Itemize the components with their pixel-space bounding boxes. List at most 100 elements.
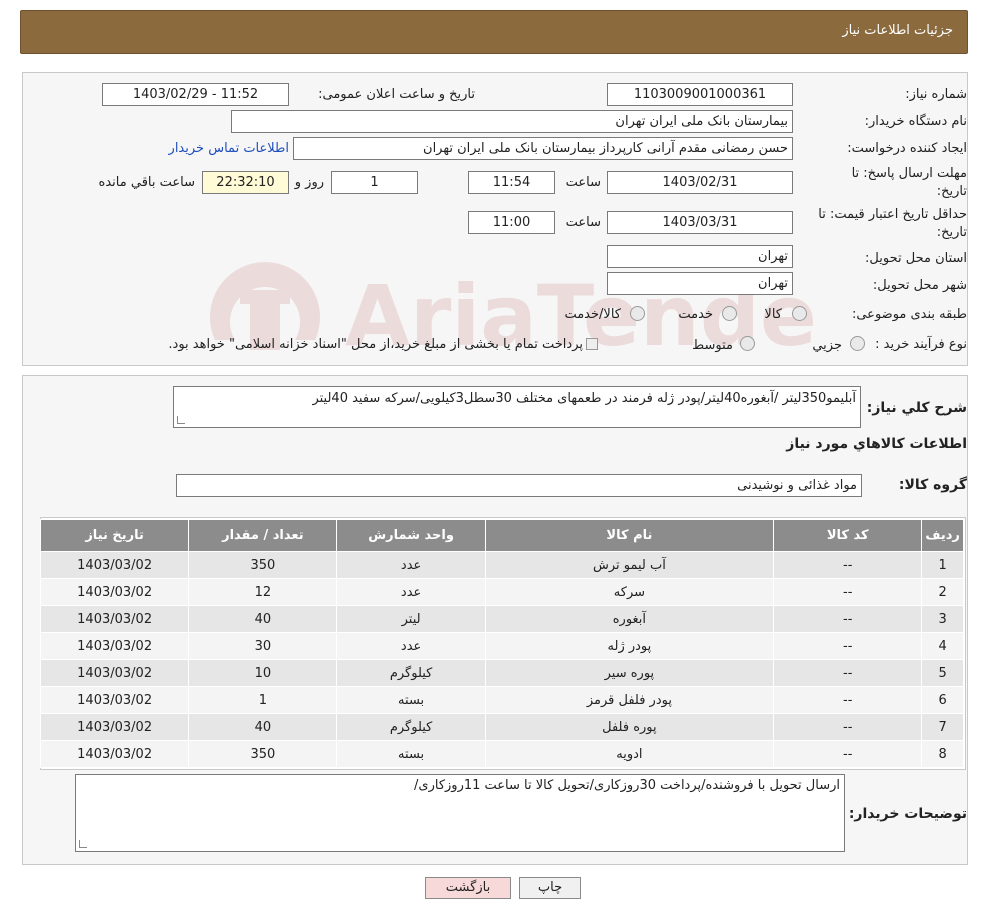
process-radio-minor[interactable] <box>850 336 865 351</box>
category-option-goods: کالا <box>764 307 782 322</box>
cell-date: 1403/03/02 <box>39 632 190 660</box>
description-label: شرح کلي نیاز: <box>866 400 967 416</box>
goods-table: ردیف کد کالا نام کالا واحد شمارش تعداد /… <box>39 519 964 768</box>
cell-date: 1403/03/02 <box>39 686 190 714</box>
validity-time-label: ساعت <box>565 215 601 230</box>
cell-date: 1403/03/02 <box>39 740 190 768</box>
category-radio-goods[interactable] <box>792 306 807 321</box>
cell-code: -- <box>773 578 923 606</box>
validity-label: حداقل تاریخ اعتبار قیمت: تا <box>818 207 967 222</box>
cell-date: 1403/03/02 <box>39 713 190 741</box>
buyer-notes-text: ارسال تحویل با فروشنده/پرداخت 30روزکاری/… <box>414 778 840 793</box>
col-row: ردیف <box>921 519 964 552</box>
process-option-minor: جزیي <box>812 338 842 353</box>
description-text: آبلیمو350لیتر /آبغوره40لیتر/پودر ژله فرم… <box>312 391 856 406</box>
province-field: تهران <box>607 245 793 268</box>
category-option-service: خدمت <box>678 307 713 322</box>
process-note: پرداخت تمام یا بخشی از مبلغ خرید،از محل … <box>168 337 583 352</box>
category-radio-goods-service[interactable] <box>630 306 645 321</box>
cell-unit: کیلوگرم <box>336 713 486 741</box>
buyer-contact-link[interactable]: اطلاعات تماس خریدار <box>169 141 289 156</box>
cell-quantity: 12 <box>188 578 338 606</box>
cell-name: پوره سیر <box>484 659 775 687</box>
cell-date: 1403/03/02 <box>39 605 190 633</box>
validity-time-field: 11:00 <box>468 211 555 234</box>
page-title: جزئیات اطلاعات نیاز <box>842 23 953 38</box>
cell-quantity: 30 <box>188 632 338 660</box>
validity-date-field: 1403/03/31 <box>607 211 793 234</box>
cell-row: 5 <box>921 659 964 687</box>
cell-date: 1403/03/02 <box>39 659 190 687</box>
col-unit: واحد شمارش <box>336 519 486 552</box>
cell-quantity: 1 <box>188 686 338 714</box>
process-label: نوع فرآیند خرید : <box>875 337 967 352</box>
table-row: 2 -- سرکه عدد 12 1403/03/02 <box>39 578 964 606</box>
cell-unit: بسته <box>336 740 486 768</box>
days-field: 1 <box>331 171 418 194</box>
back-button[interactable]: بازگشت <box>425 877 511 899</box>
cell-quantity: 40 <box>188 713 338 741</box>
deadline-date-field: 1403/02/31 <box>607 171 793 194</box>
cell-unit: کیلوگرم <box>336 659 486 687</box>
table-row: 4 -- پودر ژله عدد 30 1403/03/02 <box>39 632 964 660</box>
page-header: جزئیات اطلاعات نیاز <box>20 10 968 54</box>
cell-row: 1 <box>921 551 964 579</box>
table-row: 6 -- پودر فلفل قرمز بسته 1 1403/03/02 <box>39 686 964 714</box>
resize-handle-icon[interactable] <box>177 416 185 424</box>
remaining-label: ساعت باقي مانده <box>98 175 195 190</box>
creator-field: حسن رمضانی مقدم آرانی کارپرداز بیمارستان… <box>293 137 793 160</box>
cell-quantity: 40 <box>188 605 338 633</box>
days-label: روز و <box>294 175 324 190</box>
cell-code: -- <box>773 551 923 579</box>
table-row: 5 -- پوره سیر کیلوگرم 10 1403/03/02 <box>39 659 964 687</box>
cell-unit: عدد <box>336 632 486 660</box>
cell-row: 4 <box>921 632 964 660</box>
cell-code: -- <box>773 713 923 741</box>
col-quantity: تعداد / مقدار <box>188 519 338 552</box>
cell-row: 7 <box>921 713 964 741</box>
cell-quantity: 350 <box>188 551 338 579</box>
goods-section-title: اطلاعات کالاهاي مورد نیاز <box>786 436 967 452</box>
cell-date: 1403/03/02 <box>39 551 190 579</box>
cell-code: -- <box>773 686 923 714</box>
category-option-goods-service: کالا/خدمت <box>564 307 621 322</box>
cell-name: آب لیمو ترش <box>484 551 775 579</box>
cell-unit: بسته <box>336 686 486 714</box>
resize-handle-icon[interactable] <box>79 840 87 848</box>
buyer-notes-label: توضیحات خریدار: <box>848 806 967 822</box>
process-option-medium: متوسط <box>692 338 733 353</box>
cell-name: آبغوره <box>484 605 775 633</box>
process-radio-medium[interactable] <box>740 336 755 351</box>
cell-row: 3 <box>921 605 964 633</box>
category-radio-service[interactable] <box>722 306 737 321</box>
buyer-org-field: بیمارستان بانک ملی ایران تهران <box>231 110 793 133</box>
col-code: کد کالا <box>773 519 923 552</box>
cell-quantity: 10 <box>188 659 338 687</box>
cell-quantity: 350 <box>188 740 338 768</box>
buyer-notes-field[interactable]: ارسال تحویل با فروشنده/پرداخت 30روزکاری/… <box>75 774 845 852</box>
deadline-label: مهلت ارسال پاسخ: تا <box>851 166 967 181</box>
cell-name: پوره فلفل <box>484 713 775 741</box>
cell-code: -- <box>773 740 923 768</box>
category-label: طبقه بندی موضوعی: <box>851 307 967 322</box>
deadline-label-date: تاریخ: <box>936 184 967 199</box>
deadline-time-label: ساعت <box>565 175 601 190</box>
cell-unit: لیتر <box>336 605 486 633</box>
deadline-time-field: 11:54 <box>468 171 555 194</box>
creator-label: ایجاد کننده درخواست: <box>847 141 967 156</box>
cell-row: 6 <box>921 686 964 714</box>
province-label: استان محل تحویل: <box>865 251 967 266</box>
col-date: تاریخ نیاز <box>39 519 190 552</box>
table-header-row: ردیف کد کالا نام کالا واحد شمارش تعداد /… <box>39 519 964 552</box>
treasury-checkbox[interactable] <box>586 338 598 350</box>
buyer-org-label: نام دستگاه خریدار: <box>864 114 967 129</box>
need-number-field: 1103009001000361 <box>607 83 793 106</box>
print-button[interactable]: چاپ <box>519 877 581 899</box>
table-row: 3 -- آبغوره لیتر 40 1403/03/02 <box>39 605 964 633</box>
cell-unit: عدد <box>336 578 486 606</box>
cell-name: سرکه <box>484 578 775 606</box>
cell-code: -- <box>773 605 923 633</box>
goods-table-wrap: ردیف کد کالا نام کالا واحد شمارش تعداد /… <box>39 517 966 770</box>
table-row: 8 -- ادویه بسته 350 1403/03/02 <box>39 740 964 768</box>
description-field[interactable]: آبلیمو350لیتر /آبغوره40لیتر/پودر ژله فرم… <box>173 386 861 428</box>
